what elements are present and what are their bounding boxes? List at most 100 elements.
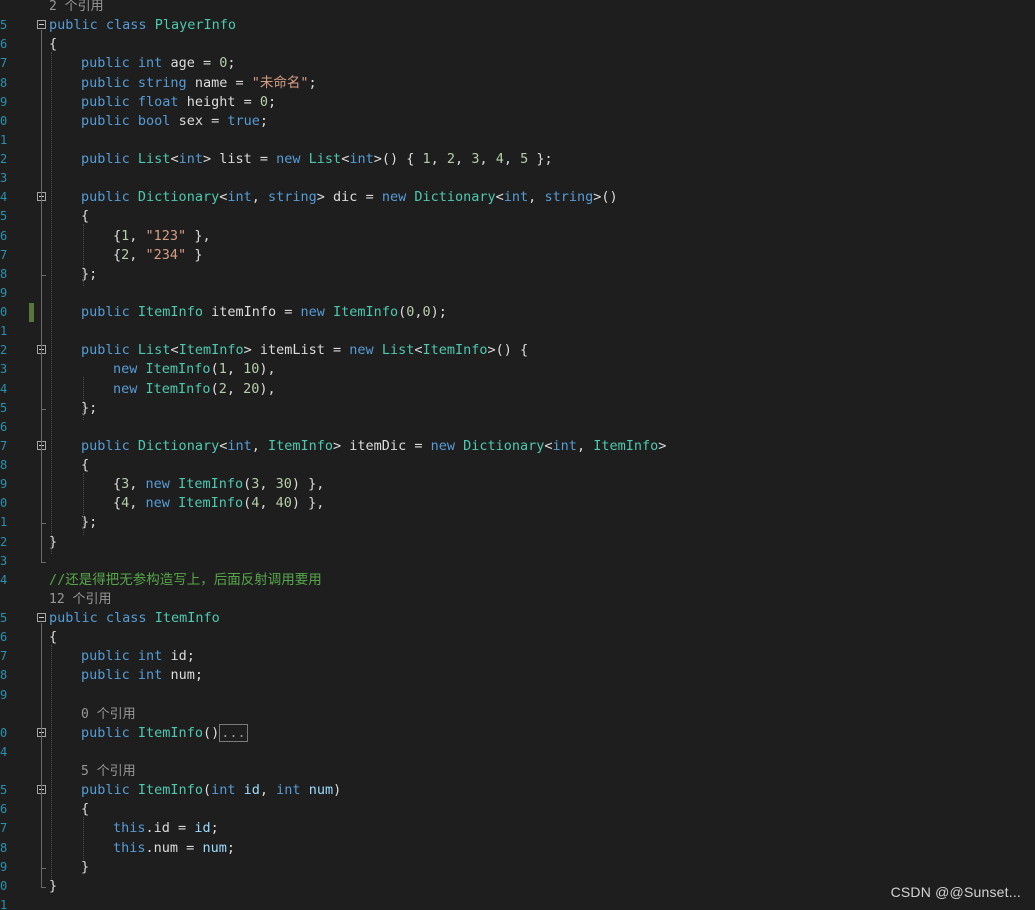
token: = [194, 55, 220, 71]
token: public [81, 304, 130, 320]
token: = [178, 840, 203, 856]
line-number: 4 [0, 190, 8, 204]
code-text[interactable]: public Dictionary<int, string> dic = new… [81, 188, 618, 207]
token: new [381, 189, 407, 205]
line-number: 9 [0, 286, 8, 300]
code-text[interactable]: public bool sex = true; [81, 112, 268, 131]
token: id [194, 820, 211, 836]
code-text[interactable]: public class ItemInfo [49, 609, 220, 628]
token: , [479, 151, 496, 167]
token: 0 [259, 94, 269, 110]
token: List [381, 342, 415, 358]
token: public [81, 667, 130, 683]
collapse-icon[interactable] [37, 20, 46, 29]
code-line: 6 [0, 418, 1035, 437]
change-indicator [29, 303, 34, 322]
line-number: 5 [0, 401, 8, 415]
token: = [251, 151, 277, 167]
code-line: 6{ [0, 800, 1035, 819]
token: Dictionary [414, 189, 496, 205]
reference-count-link[interactable]: 5 个引用 [81, 762, 136, 781]
code-text[interactable]: public List<ItemInfo> itemList = new Lis… [81, 341, 528, 360]
token: height [186, 94, 236, 110]
token: 4 [495, 151, 504, 167]
code-text[interactable]: public float height = 0; [81, 93, 276, 112]
code-text[interactable]: {2, "234" } [113, 246, 202, 265]
token: int [227, 189, 252, 205]
token: 40 [275, 495, 292, 511]
code-text[interactable]: new ItemInfo(1, 10), [113, 360, 276, 379]
token: ) }, [291, 495, 325, 511]
code-text[interactable]: public ItemInfo itemInfo = new ItemInfo(… [81, 303, 447, 322]
token: = [406, 438, 431, 454]
code-text[interactable]: public Dictionary<int, ItemInfo> itemDic… [81, 437, 666, 456]
code-text[interactable]: {3, new ItemInfo(3, 30) }, [113, 475, 324, 494]
token: ; [226, 840, 235, 856]
token: >() { [487, 342, 529, 358]
code-text[interactable]: } [49, 877, 57, 896]
line-number: 4 [0, 745, 8, 759]
code-text[interactable]: new ItemInfo(2, 20), [113, 380, 276, 399]
code-text[interactable]: {1, "123" }, [113, 227, 211, 246]
token: this [113, 840, 146, 856]
token: ItemInfo [137, 304, 203, 320]
collapsed-region-button[interactable]: ... [219, 724, 248, 742]
token: 20 [243, 381, 260, 397]
code-text[interactable]: public int age = 0; [81, 54, 236, 73]
code-line: 7 public int age = 0; [0, 54, 1035, 73]
codelens-row: 5 个引用 [0, 762, 1035, 781]
code-line: 3 new ItemInfo(1, 10), [0, 360, 1035, 379]
code-line: 9 {3, new ItemInfo(3, 30) }, [0, 475, 1035, 494]
token: int [137, 648, 163, 664]
code-text[interactable]: public ItemInfo(int id, int num) [81, 781, 341, 800]
token: new [300, 304, 325, 320]
code-line: 1 [0, 131, 1035, 150]
line-number: 9 [0, 477, 8, 491]
code-text[interactable]: } [81, 858, 89, 877]
token: 30 [275, 476, 292, 492]
code-text[interactable]: public string name = "未命名"; [81, 74, 317, 93]
code-line: 3 [0, 552, 1035, 571]
code-line: 8 this.num = num; [0, 839, 1035, 858]
code-text[interactable]: public int num; [81, 666, 203, 685]
code-text[interactable]: this.num = num; [113, 839, 235, 858]
reference-count-link[interactable]: 2 个引用 [49, 0, 104, 16]
code-text[interactable]: public List<int> list = new List<int>() … [81, 150, 553, 169]
code-line: 4 new ItemInfo(2, 20), [0, 380, 1035, 399]
collapse-icon[interactable] [37, 613, 46, 622]
fold-rail [41, 451, 42, 523]
line-number: 7 [0, 56, 8, 70]
code-line: 4 public Dictionary<int, string> dic = ne… [0, 188, 1035, 207]
token: public [81, 113, 130, 129]
code-text[interactable]: public class PlayerInfo [49, 16, 236, 35]
line-number: 8 [0, 668, 8, 682]
code-text[interactable]: {4, new ItemInfo(4, 40) }, [113, 494, 324, 513]
line-number: 3 [0, 554, 8, 568]
reference-count-link[interactable]: 12 个引用 [49, 590, 111, 609]
code-text[interactable]: //还是得把无参构造写上，后面反射调用要用 [49, 571, 322, 590]
code-text[interactable]: this.id = id; [113, 819, 219, 838]
token: ItemInfo [178, 495, 244, 511]
code-text[interactable]: public int id; [81, 647, 195, 666]
token: , [129, 495, 146, 511]
token: true [227, 113, 260, 129]
reference-count-link[interactable]: 0 个引用 [81, 705, 136, 724]
token: > [316, 189, 334, 205]
code-text[interactable]: public ItemInfo()... [81, 724, 248, 743]
token: > [333, 438, 350, 454]
code-editor[interactable]: 2 个引用 5 public class PlayerInfo 6{ 7 public i… [0, 0, 1035, 910]
token: ItemInfo [145, 381, 211, 397]
code-line: 6{ [0, 628, 1035, 647]
token: itemList [259, 342, 325, 358]
token: new [145, 495, 170, 511]
